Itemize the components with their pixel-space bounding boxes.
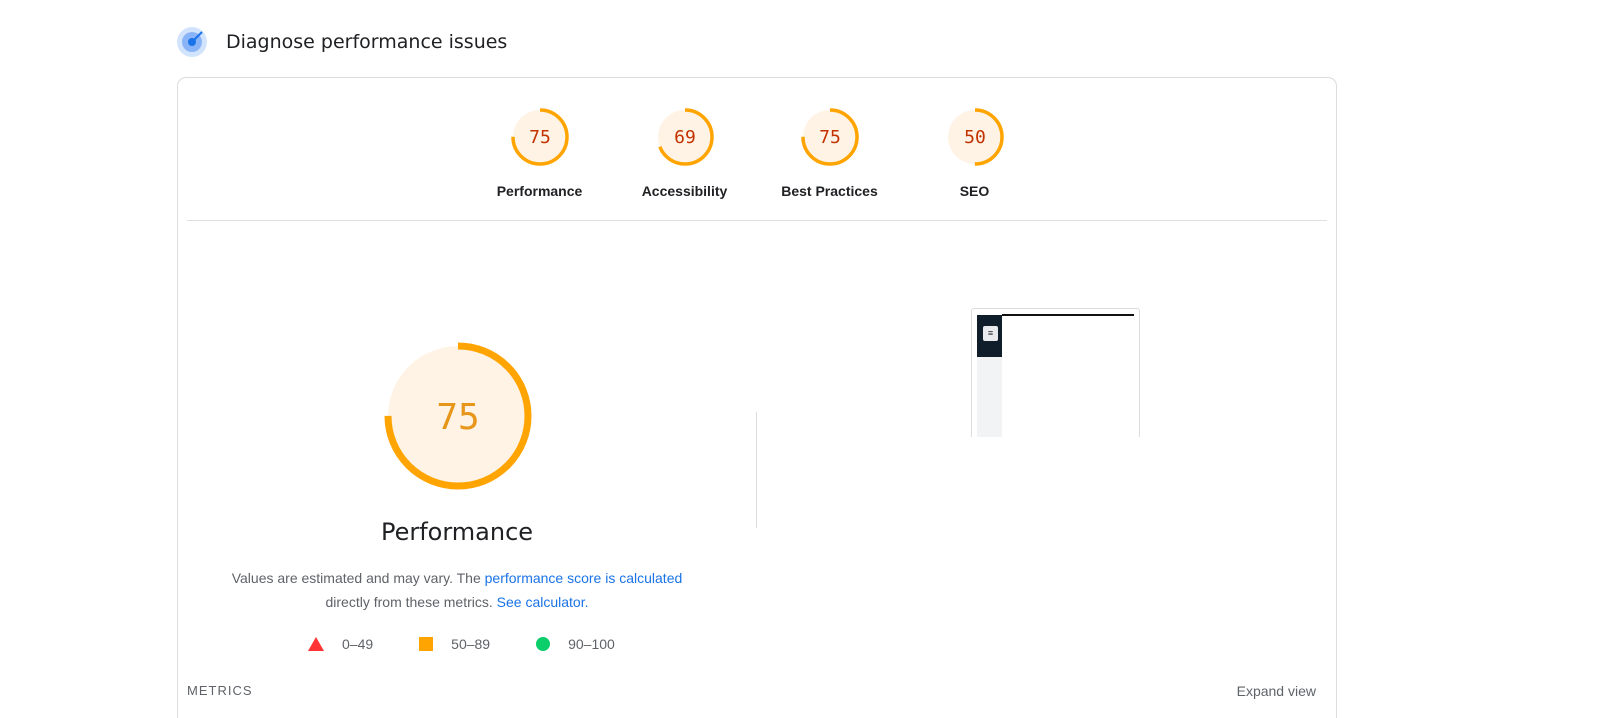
gauge-label: SEO xyxy=(959,183,990,199)
page-screenshot-thumbnail[interactable]: ≡ xyxy=(971,308,1140,437)
thumb-side xyxy=(977,357,1002,437)
performance-title: Performance xyxy=(380,518,534,546)
legend-label: 0–49 xyxy=(342,636,374,652)
section-title: Diagnose performance issues xyxy=(226,31,508,53)
gauge-seo[interactable]: 50 SEO xyxy=(902,106,1047,199)
gauge-label: Performance xyxy=(496,183,583,199)
performance-score-link[interactable]: performance score is calculated xyxy=(485,570,683,586)
report-card: 75 Performance 69 Accessibility 75 Best xyxy=(177,77,1337,718)
gauge-accessibility[interactable]: 69 Accessibility xyxy=(612,106,757,199)
page: Diagnose performance issues 75 Performan… xyxy=(0,0,1623,718)
hamburger-menu-icon: ≡ xyxy=(983,326,998,341)
circle-icon xyxy=(536,637,551,651)
gauge-label: Best Practices xyxy=(781,183,878,199)
lighthouse-icon xyxy=(176,26,208,58)
gauge-score: 50 xyxy=(964,127,986,148)
metrics-label: METRICS xyxy=(187,683,253,698)
performance-description: Values are estimated and may vary. The p… xyxy=(178,566,736,614)
triangle-icon xyxy=(308,637,324,651)
gauge-best-practices[interactable]: 75 Best Practices xyxy=(757,106,902,199)
legend-label: 90–100 xyxy=(568,636,615,652)
vertical-separator xyxy=(756,412,757,528)
gauge-label: Accessibility xyxy=(641,183,728,199)
thumb-topline xyxy=(1002,314,1134,316)
gauge-ring: 69 xyxy=(655,108,714,166)
section-header: Diagnose performance issues xyxy=(176,26,507,58)
divider xyxy=(187,220,1327,221)
gauge-score: 69 xyxy=(674,127,696,148)
gauge-ring: 75 xyxy=(510,108,569,166)
performance-big-gauge: 75 xyxy=(384,342,532,490)
see-calculator-link[interactable]: See calculator. xyxy=(497,594,589,610)
gauge-performance[interactable]: 75 Performance xyxy=(467,106,612,199)
gauge-ring: 50 xyxy=(945,108,1004,166)
expand-view-button[interactable]: Expand view xyxy=(1237,683,1316,699)
performance-score: 75 xyxy=(436,397,479,438)
legend-item-fail: 0–49 xyxy=(308,636,373,652)
gauge-score: 75 xyxy=(529,127,551,148)
gauge-score: 75 xyxy=(819,127,841,148)
legend-item-pass: 90–100 xyxy=(536,636,615,652)
gauge-ring: 75 xyxy=(800,108,859,166)
legend-label: 50–89 xyxy=(451,636,491,652)
legend-item-average: 50–89 xyxy=(419,636,490,652)
desc-mid: directly from these metrics. xyxy=(325,594,493,610)
score-legend: 0–49 50–89 90–100 xyxy=(308,636,615,652)
desc-prefix: Values are estimated and may vary. The xyxy=(231,570,481,586)
category-gauges: 75 Performance 69 Accessibility 75 Best xyxy=(178,106,1336,199)
square-icon xyxy=(419,637,434,651)
